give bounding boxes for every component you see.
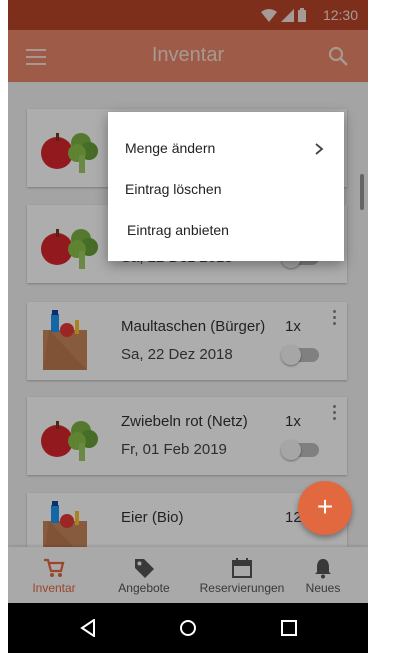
- system-navigation-bar: [8, 603, 368, 653]
- back-icon[interactable]: [80, 619, 96, 637]
- menu-item-eintrag-anbieten[interactable]: Eintrag anbieten: [127, 222, 229, 238]
- menu-item-menge-aendern[interactable]: Menge ändern: [125, 140, 215, 156]
- recents-icon[interactable]: [281, 620, 297, 636]
- phone-screen: 12:30 Inventar Sa, 22 Dez 2018: [8, 0, 368, 653]
- menu-item-eintrag-loeschen[interactable]: Eintrag löschen: [125, 181, 222, 197]
- home-icon[interactable]: [179, 619, 197, 637]
- chevron-right-icon: [315, 143, 324, 155]
- context-menu: Menge ändern Eintrag löschen Eintrag anb…: [108, 112, 344, 261]
- add-item-button[interactable]: +: [298, 481, 352, 535]
